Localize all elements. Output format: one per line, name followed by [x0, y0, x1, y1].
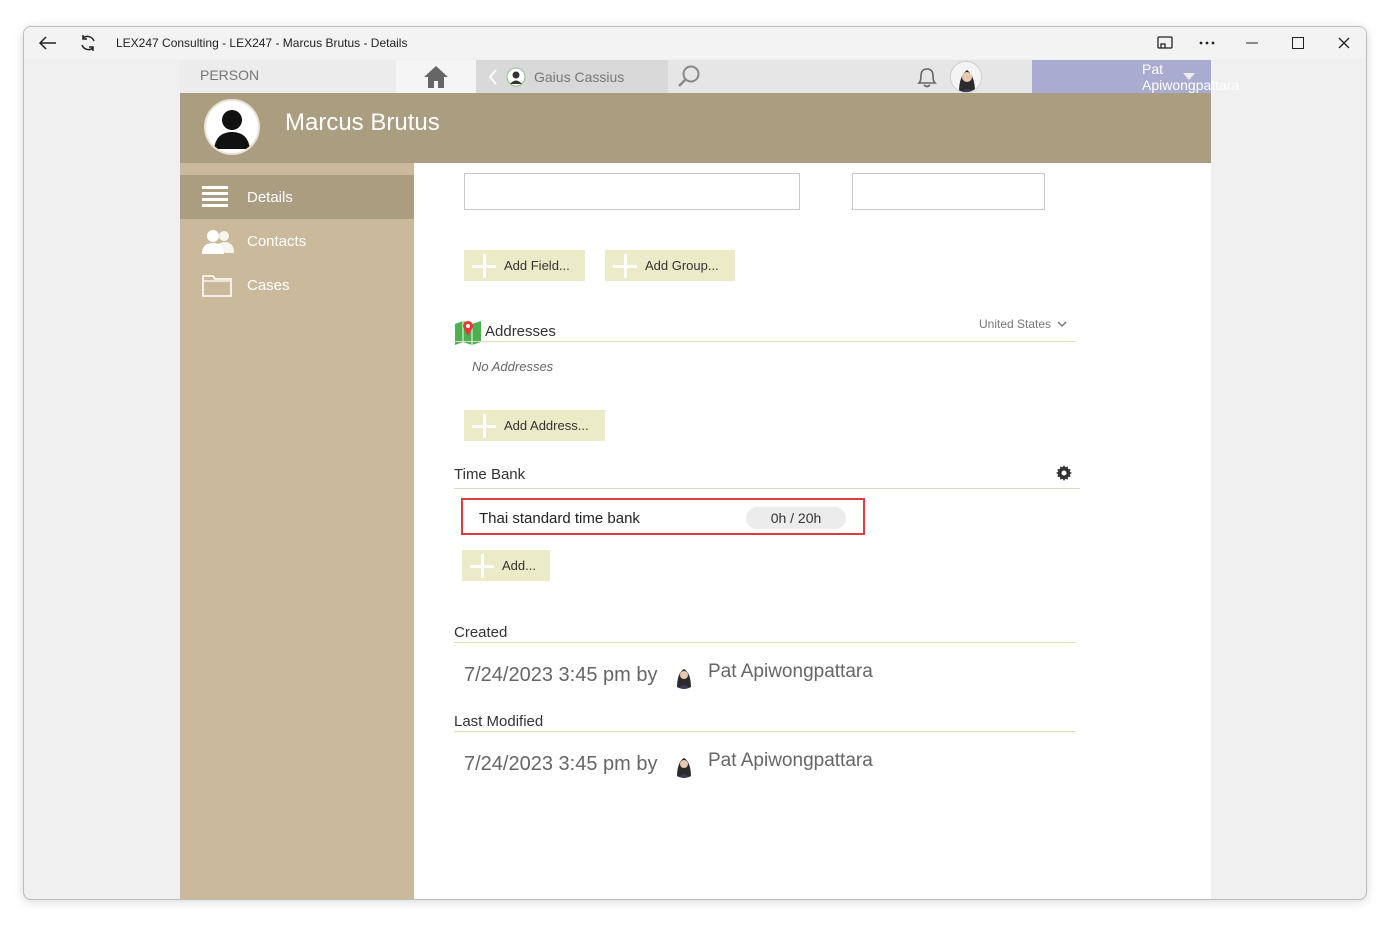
modified-divider	[454, 731, 1075, 732]
time-bank-divider	[454, 488, 1080, 489]
section-label: PERSON	[180, 60, 396, 93]
window-title: LEX247 Consulting - LEX247 - Marcus Brut…	[116, 36, 408, 50]
time-bank-entry[interactable]: Thai standard time bank 0h / 20h	[461, 498, 865, 535]
cast-icon[interactable]	[1142, 29, 1188, 57]
maximize-icon[interactable]	[1275, 29, 1321, 57]
home-icon	[424, 65, 448, 88]
modified-user-name[interactable]: Pat Apiwongpattara	[708, 750, 873, 772]
created-user-avatar	[671, 663, 697, 689]
sidebar-item-label: Details	[247, 188, 293, 206]
arrow-left-icon[interactable]	[34, 31, 62, 55]
time-bank-entry-label: Thai standard time bank	[479, 510, 640, 527]
previous-record-button[interactable]: Gaius Cassius	[476, 60, 668, 93]
close-icon[interactable]	[1321, 29, 1366, 57]
title-bar: LEX247 Consulting - LEX247 - Marcus Brut…	[24, 27, 1366, 59]
time-bank-entry-value: 0h / 20h	[746, 507, 846, 529]
sidebar-item-label: Cases	[247, 276, 290, 294]
people-icon	[202, 229, 234, 254]
country-value: United States	[979, 317, 1052, 331]
custom-field-input-1[interactable]	[464, 173, 800, 210]
top-nav: PERSON Gaius Cassius Pat Apiwongpattara	[180, 60, 1239, 93]
created-timestamp: 7/24/2023 3:45 pm by	[464, 664, 658, 686]
app-window: LEX247 Consulting - LEX247 - Marcus Brut…	[23, 26, 1367, 900]
addresses-title: Addresses	[485, 323, 556, 340]
gear-icon[interactable]	[1056, 465, 1072, 481]
modified-title: Last Modified	[454, 713, 544, 730]
modified-timestamp: 7/24/2023 3:45 pm by	[464, 753, 658, 775]
chevron-left-icon	[488, 68, 497, 85]
add-time-bank-label: Add...	[502, 558, 536, 573]
details-panel: Add Field... Add Group... Addresses Unit…	[414, 163, 1211, 899]
created-title: Created	[454, 624, 508, 641]
plus-icon	[472, 414, 496, 438]
country-select[interactable]: United States	[979, 317, 1067, 331]
add-field-button[interactable]: Add Field...	[464, 250, 585, 281]
add-group-button[interactable]: Add Group...	[605, 250, 735, 281]
plus-icon	[470, 554, 494, 578]
created-divider	[454, 642, 1075, 643]
user-menu[interactable]: Pat Apiwongpattara	[1032, 60, 1239, 93]
time-bank-title: Time Bank	[454, 466, 526, 483]
previous-record-label: Gaius Cassius	[534, 68, 625, 85]
add-address-button[interactable]: Add Address...	[464, 410, 605, 441]
caret-down-icon	[1183, 73, 1195, 80]
bell-icon[interactable]	[914, 64, 940, 90]
sidebar-item-contacts[interactable]: Contacts	[180, 219, 414, 263]
record-title: Marcus Brutus	[285, 109, 440, 136]
modified-user-avatar	[671, 752, 697, 778]
add-address-label: Add Address...	[504, 418, 589, 433]
custom-field-input-2[interactable]	[852, 173, 1045, 210]
add-field-label: Add Field...	[504, 258, 570, 273]
person-avatar	[204, 99, 260, 155]
folder-icon	[202, 273, 232, 297]
app-content: PERSON Gaius Cassius Pat Apiwongpattara	[180, 60, 1239, 899]
home-button[interactable]	[396, 60, 476, 93]
more-icon[interactable]	[1184, 29, 1230, 57]
list-icon	[202, 185, 230, 209]
sidebar: Details Contacts Cases	[180, 163, 414, 899]
add-group-label: Add Group...	[645, 258, 719, 273]
no-addresses-note: No Addresses	[472, 359, 554, 374]
add-time-bank-button[interactable]: Add...	[462, 550, 550, 581]
chevron-down-icon	[1057, 321, 1067, 328]
person-icon	[506, 67, 526, 86]
sidebar-item-details[interactable]: Details	[180, 175, 414, 219]
search-icon[interactable]	[676, 64, 706, 90]
record-header: Marcus Brutus	[180, 93, 1211, 163]
plus-icon	[472, 254, 496, 278]
sidebar-item-cases[interactable]: Cases	[180, 263, 414, 307]
plus-icon	[613, 254, 637, 278]
minimize-icon[interactable]	[1229, 29, 1275, 57]
user-avatar[interactable]	[950, 61, 982, 93]
created-user-name[interactable]: Pat Apiwongpattara	[708, 661, 873, 683]
refresh-icon[interactable]	[74, 31, 102, 55]
addresses-divider	[454, 341, 1075, 342]
sidebar-item-label: Contacts	[247, 232, 307, 250]
